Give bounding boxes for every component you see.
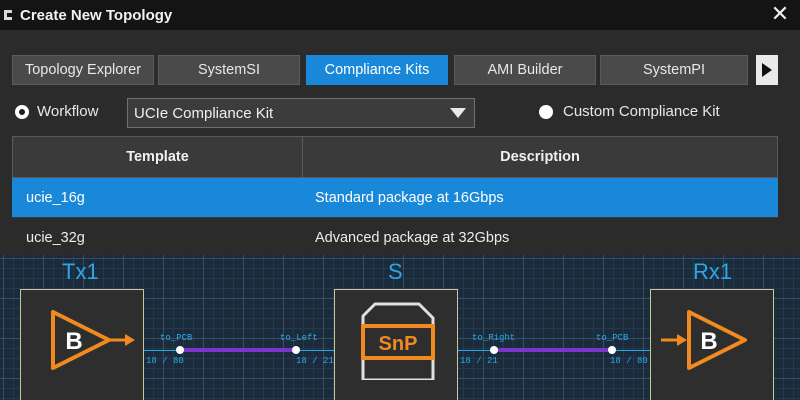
column-header-template[interactable]: Template: [13, 137, 303, 177]
compliance-kit-select[interactable]: UCIe Compliance Kit: [127, 98, 475, 128]
app-icon: [4, 9, 16, 21]
workflow-radio[interactable]: [15, 105, 29, 119]
tx1-symbol: B: [65, 328, 82, 355]
snp-symbol: SnP: [379, 333, 418, 355]
chevron-right-icon: [762, 63, 772, 77]
stub-line: [144, 350, 180, 351]
tab-systempi[interactable]: SystemPI: [600, 55, 748, 85]
port-node[interactable]: [490, 346, 498, 354]
snp-component[interactable]: SnP: [334, 289, 458, 400]
topology-canvas[interactable]: Tx1 S Rx1 B SnP B to_PCB 18 / 80 to_Left…: [0, 255, 800, 400]
connection-wire-1[interactable]: [180, 348, 296, 352]
tab-systemsi[interactable]: SystemSI: [158, 55, 300, 85]
component-label-rx1: Rx1: [693, 259, 733, 284]
tab-bar: Topology Explorer SystemSI Compliance Ki…: [12, 55, 792, 85]
table-row[interactable]: ucie_32g Advanced package at 32Gbps: [12, 218, 778, 258]
template-cell: ucie_16g: [26, 189, 85, 206]
compliance-kit-select-value: UCIe Compliance Kit: [134, 104, 274, 122]
workflow-label: Workflow: [37, 103, 99, 120]
connection-wire-2[interactable]: [494, 348, 612, 352]
tab-ami-builder[interactable]: AMI Builder: [454, 55, 596, 85]
tx1-component[interactable]: B: [20, 289, 144, 400]
port-pins: 18 / 80: [610, 356, 648, 366]
workflow-row: Workflow UCIe Compliance Kit Custom Comp…: [12, 98, 788, 128]
port-node[interactable]: [176, 346, 184, 354]
close-button[interactable]: ✕: [768, 1, 792, 26]
custom-kit-label: Custom Compliance Kit: [563, 103, 720, 120]
port-pins: 18 / 21: [460, 356, 498, 366]
receiver-icon: B: [661, 310, 747, 370]
port-name: to_Right: [472, 333, 516, 343]
port-node[interactable]: [608, 346, 616, 354]
template-table: Template Description ucie_16g Standard p…: [12, 136, 778, 258]
component-label-s: S: [388, 259, 403, 284]
stub-line: [458, 350, 494, 351]
component-label-tx1: Tx1: [62, 259, 99, 284]
port-pins: 18 / 21: [296, 356, 334, 366]
description-cell: Advanced package at 32Gbps: [315, 229, 510, 246]
stub-line: [612, 350, 650, 351]
tab-compliance-kits[interactable]: Compliance Kits: [306, 55, 448, 85]
port-pins: 18 / 80: [146, 356, 184, 366]
rx1-component[interactable]: B: [650, 289, 774, 400]
tab-topology-explorer[interactable]: Topology Explorer: [12, 55, 154, 85]
table-row[interactable]: ucie_16g Standard package at 16Gbps: [12, 178, 778, 218]
template-cell: ucie_32g: [26, 229, 85, 246]
port-name: to_PCB: [596, 333, 629, 343]
column-header-description[interactable]: Description: [303, 137, 777, 177]
port-node[interactable]: [292, 346, 300, 354]
tab-scroll-right-button[interactable]: [756, 55, 778, 85]
table-header: Template Description: [12, 136, 778, 178]
chevron-down-icon: [450, 108, 466, 118]
port-name: to_PCB: [160, 333, 193, 343]
window-title: Create New Topology: [20, 6, 173, 24]
rx1-symbol: B: [700, 328, 717, 355]
title-bar: Create New Topology ✕: [0, 0, 800, 30]
description-cell: Standard package at 16Gbps: [315, 189, 504, 206]
stub-line: [296, 350, 334, 351]
transmitter-icon: B: [51, 310, 135, 370]
dialog-content: Topology Explorer SystemSI Compliance Ki…: [0, 30, 800, 400]
port-name: to_Left: [280, 333, 318, 343]
custom-kit-radio[interactable]: [539, 105, 553, 119]
snp-file-icon: SnP: [361, 302, 435, 382]
